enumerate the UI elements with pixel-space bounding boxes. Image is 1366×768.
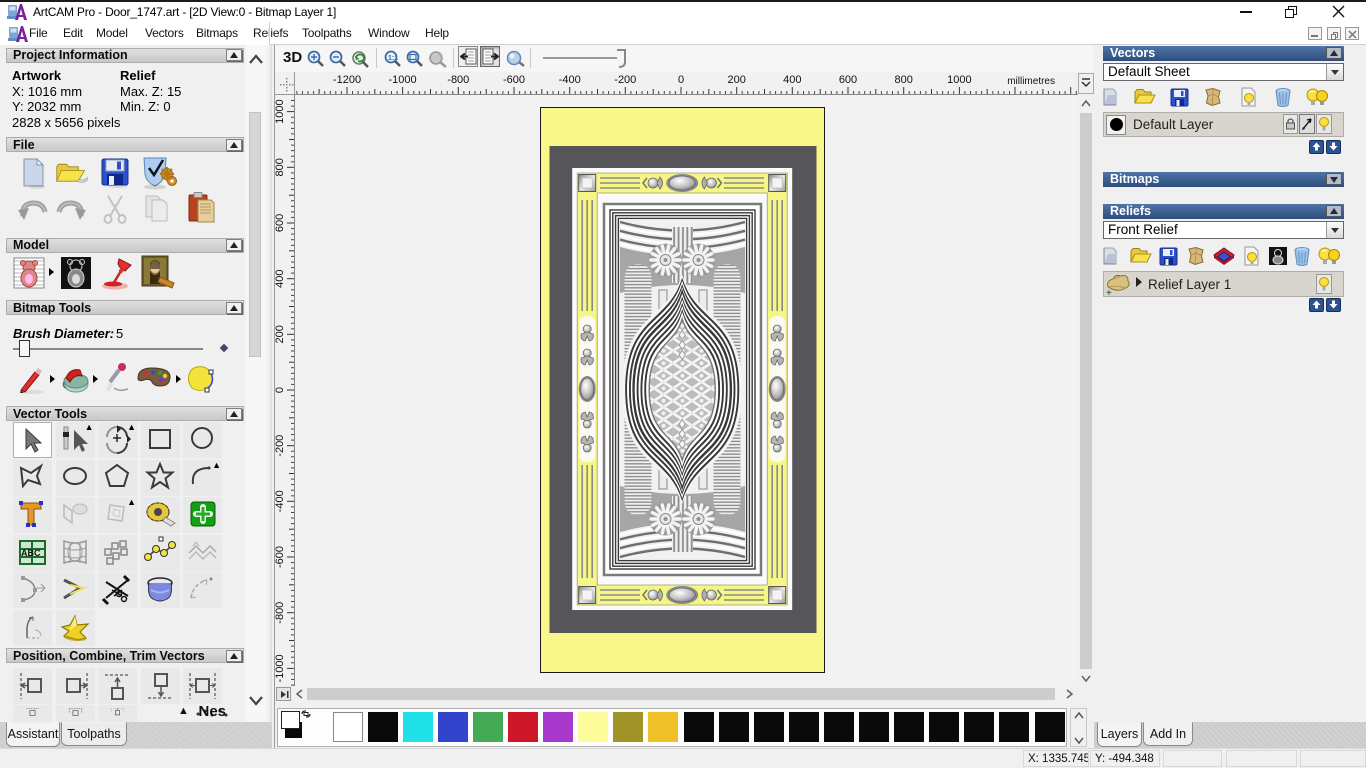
svg-text:ABC: ABC <box>21 548 41 558</box>
svg-text:-200: -200 <box>275 435 286 457</box>
svg-text:200: 200 <box>728 74 746 86</box>
svg-text:millimetres: millimetres <box>1007 76 1055 87</box>
svg-text:+: + <box>1106 288 1112 297</box>
svg-text:400: 400 <box>275 270 286 288</box>
svg-text:1:1: 1:1 <box>388 55 398 62</box>
svg-text:1000: 1000 <box>275 99 286 123</box>
svg-text:-800: -800 <box>447 74 469 86</box>
svg-text:-800: -800 <box>275 602 286 624</box>
svg-text:-1000: -1000 <box>275 654 286 682</box>
svg-text:-1200: -1200 <box>333 74 361 86</box>
svg-text:0: 0 <box>275 387 286 393</box>
svg-text:1000: 1000 <box>947 74 971 86</box>
svg-text:-600: -600 <box>275 546 286 568</box>
svg-text:200: 200 <box>275 325 286 343</box>
svg-text:-200: -200 <box>614 74 636 86</box>
svg-text:600: 600 <box>275 214 286 232</box>
svg-text:0: 0 <box>678 74 684 86</box>
svg-text:800: 800 <box>895 74 913 86</box>
svg-text:-1000: -1000 <box>389 74 417 86</box>
svg-text:-600: -600 <box>503 74 525 86</box>
svg-text:-400: -400 <box>275 490 286 512</box>
svg-text:800: 800 <box>275 158 286 176</box>
svg-text:600: 600 <box>839 74 857 86</box>
svg-text:-400: -400 <box>559 74 581 86</box>
svg-text:400: 400 <box>783 74 801 86</box>
